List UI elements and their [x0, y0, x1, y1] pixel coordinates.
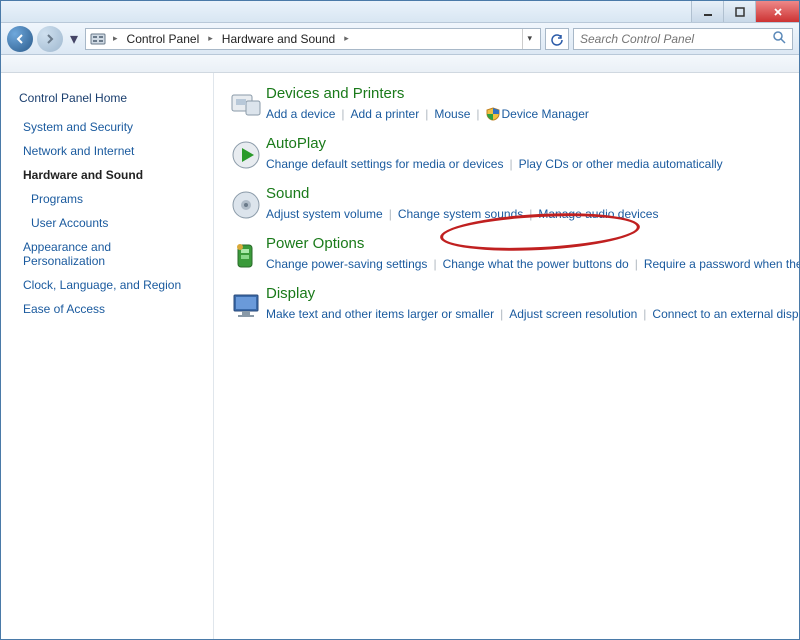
autoplay-icon — [226, 135, 266, 175]
task-link[interactable]: Change default settings for media or dev… — [266, 157, 503, 171]
sidebar-item-programs[interactable]: Programs — [1, 187, 213, 211]
section-heading[interactable]: Display — [266, 285, 799, 302]
control-panel-window: ▾ ▸ Control Panel ▸ Hardware and Sound ▸… — [0, 0, 800, 640]
close-button[interactable] — [755, 1, 799, 22]
section-power-options: Power OptionsChange power-saving setting… — [226, 235, 783, 275]
sidebar-item-system-and-security[interactable]: System and Security — [1, 115, 213, 139]
task-link[interactable]: Adjust screen resolution — [509, 307, 637, 321]
search-input[interactable] — [580, 32, 773, 46]
power-options-icon — [226, 235, 266, 275]
separator: | — [523, 207, 538, 221]
content-pane: Devices and PrintersAdd a device|Add a p… — [218, 73, 799, 639]
sound-icon — [226, 185, 266, 225]
breadcrumb-current[interactable]: Hardware and Sound — [220, 32, 337, 46]
sidebar-item-ease-of-access[interactable]: Ease of Access — [1, 297, 213, 321]
back-button[interactable] — [7, 26, 33, 52]
separator: | — [637, 307, 652, 321]
breadcrumb-bar[interactable]: ▸ Control Panel ▸ Hardware and Sound ▸ ▾ — [85, 28, 541, 50]
body: Control Panel Home System and SecurityNe… — [1, 73, 799, 639]
chevron-icon[interactable]: ▸ — [205, 33, 216, 44]
task-link[interactable]: Play CDs or other media automatically — [519, 157, 723, 171]
chevron-icon[interactable]: ▸ — [110, 33, 121, 44]
chevron-icon[interactable]: ▸ — [341, 33, 352, 44]
search-icon[interactable] — [773, 31, 786, 47]
section-display: DisplayMake text and other items larger … — [226, 285, 783, 325]
section-heading[interactable]: Power Options — [266, 235, 799, 252]
task-link[interactable]: Change power-saving settings — [266, 257, 427, 271]
control-panel-icon — [90, 31, 106, 47]
separator: | — [470, 107, 485, 121]
maximize-button[interactable] — [723, 1, 755, 22]
section-devices-and-printers: Devices and PrintersAdd a device|Add a p… — [226, 85, 783, 125]
address-dropdown[interactable]: ▾ — [522, 29, 536, 49]
task-link[interactable]: Adjust system volume — [266, 207, 383, 221]
section-links: Add a device|Add a printer|Mouse|Device … — [266, 104, 783, 124]
sidebar-item-network-and-internet[interactable]: Network and Internet — [1, 139, 213, 163]
section-heading[interactable]: Sound — [266, 185, 783, 202]
task-link[interactable]: Require a password when the computer wak… — [644, 257, 799, 271]
sidebar: Control Panel Home System and SecurityNe… — [1, 73, 213, 639]
task-link[interactable]: Connect to an external display — [652, 307, 799, 321]
divider — [213, 73, 214, 639]
uac-shield-icon — [486, 107, 500, 121]
section-links: Change power-saving settings|Change what… — [266, 254, 799, 274]
separator: | — [503, 157, 518, 171]
task-link[interactable]: Mouse — [434, 107, 470, 121]
section-autoplay: AutoPlay Change default settings for medi… — [226, 135, 783, 175]
task-link[interactable]: Add a printer — [351, 107, 420, 121]
section-links: Change default settings for media or dev… — [266, 154, 783, 174]
separator: | — [494, 307, 509, 321]
task-link[interactable]: Device Manager — [502, 107, 589, 121]
task-link[interactable]: Change what the power buttons do — [443, 257, 629, 271]
separator: | — [383, 207, 398, 221]
forward-button[interactable] — [37, 26, 63, 52]
task-link[interactable]: Change system sounds — [398, 207, 523, 221]
section-links: Adjust system volume|Change system sound… — [266, 204, 783, 224]
minimize-button[interactable] — [691, 1, 723, 22]
sidebar-item-appearance-and-personalization[interactable]: Appearance and Personalization — [1, 235, 213, 273]
toolbar — [1, 55, 799, 73]
display-icon — [226, 285, 266, 325]
separator: | — [629, 257, 644, 271]
search-box[interactable] — [573, 28, 793, 50]
section-links: Make text and other items larger or smal… — [266, 304, 799, 324]
separator: | — [419, 107, 434, 121]
refresh-button[interactable] — [545, 28, 569, 50]
breadcrumb-root[interactable]: Control Panel — [125, 32, 202, 46]
section-sound: SoundAdjust system volume|Change system … — [226, 185, 783, 225]
section-heading[interactable]: Devices and Printers — [266, 85, 783, 102]
section-heading[interactable]: AutoPlay — [266, 135, 783, 152]
task-link[interactable]: Make text and other items larger or smal… — [266, 307, 494, 321]
sidebar-item-user-accounts[interactable]: User Accounts — [1, 211, 213, 235]
nav-history-dropdown[interactable]: ▾ — [67, 26, 81, 52]
task-link[interactable]: Add a device — [266, 107, 335, 121]
window-titlebar — [1, 1, 799, 23]
separator: | — [335, 107, 350, 121]
separator: | — [427, 257, 442, 271]
sidebar-item-hardware-and-sound[interactable]: Hardware and Sound — [1, 163, 213, 187]
sidebar-home[interactable]: Control Panel Home — [1, 87, 213, 115]
devices-and-printers-icon — [226, 85, 266, 125]
task-link[interactable]: Manage audio devices — [538, 207, 658, 221]
sidebar-item-clock-language-and-region[interactable]: Clock, Language, and Region — [1, 273, 213, 297]
address-bar: ▾ ▸ Control Panel ▸ Hardware and Sound ▸… — [1, 23, 799, 55]
